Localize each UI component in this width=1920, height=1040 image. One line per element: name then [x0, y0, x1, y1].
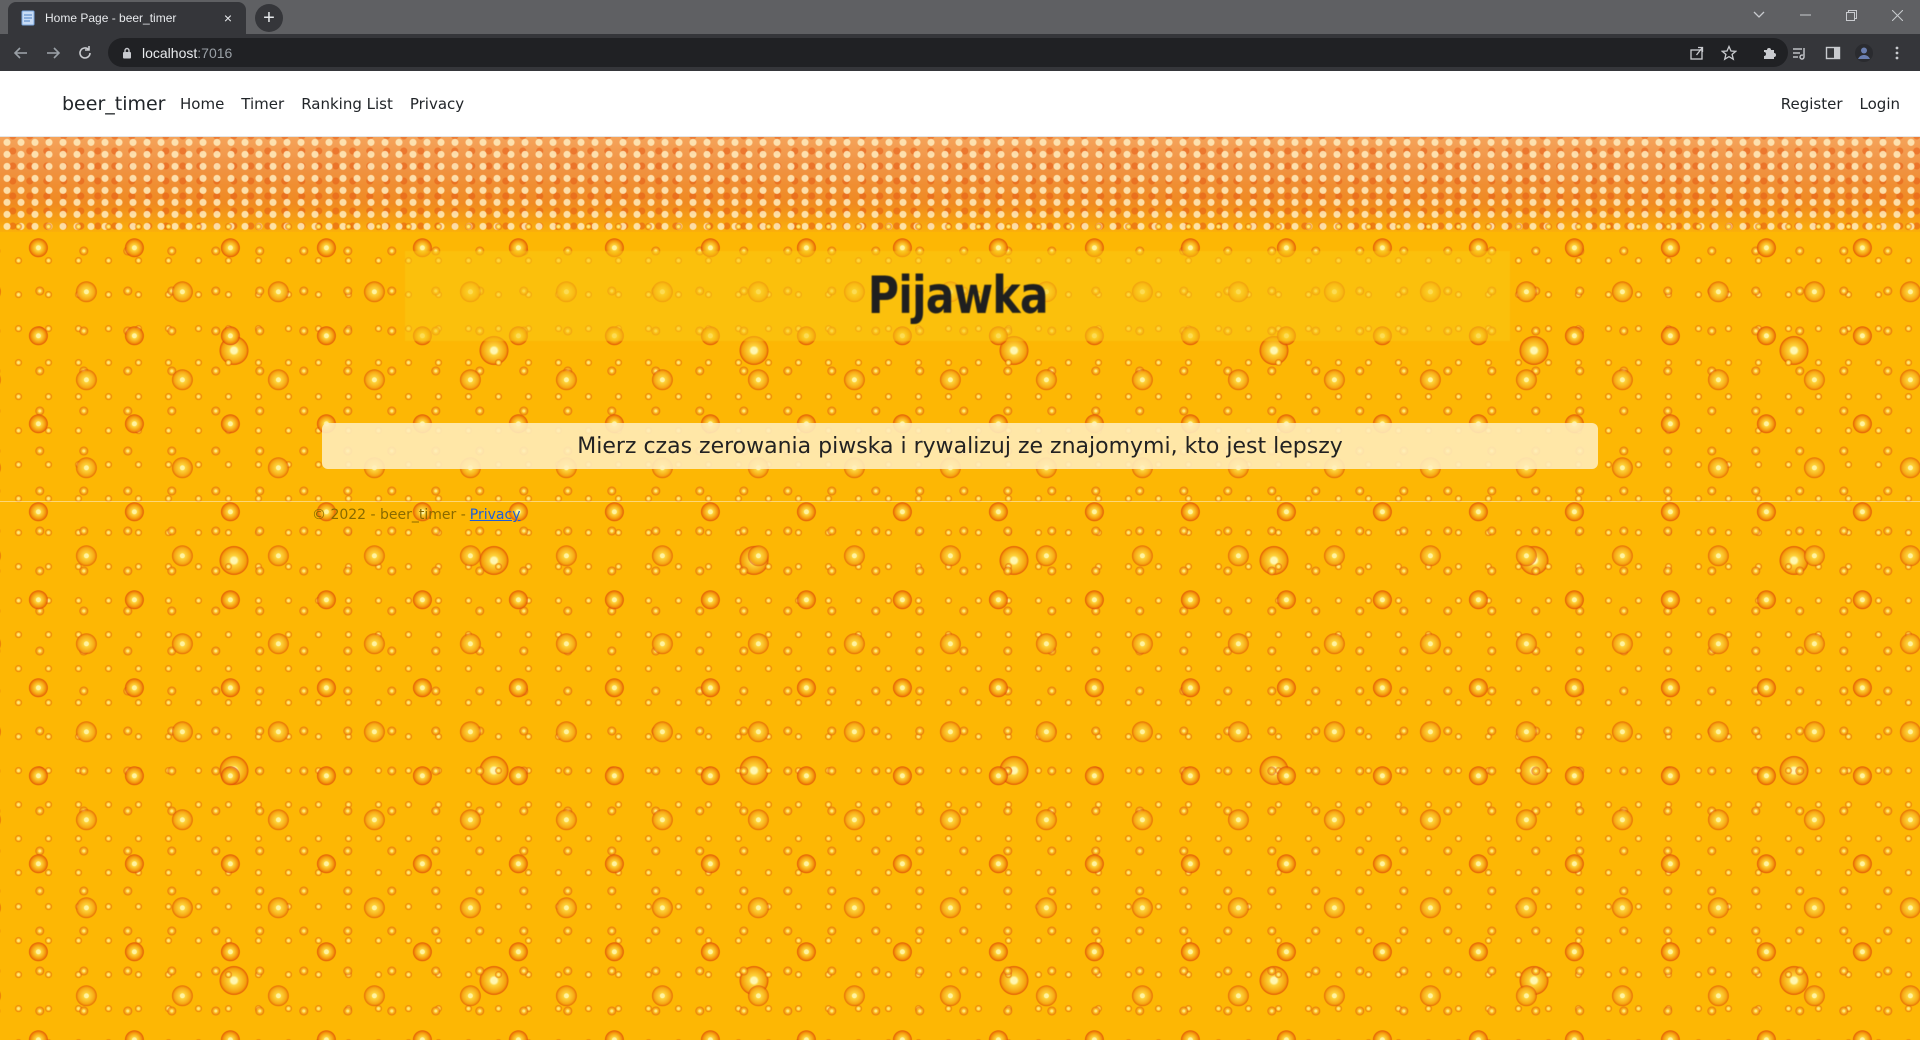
nav-login-link[interactable]: Login — [1860, 95, 1900, 113]
forward-arrow-icon[interactable] — [40, 40, 66, 66]
restore-window-icon[interactable] — [1828, 0, 1874, 30]
hero-title: Pijawka — [867, 266, 1048, 326]
site-navbar: beer_timer Home Timer Ranking List Priva… — [0, 71, 1920, 137]
lock-icon[interactable] — [122, 47, 132, 59]
nav-home-link[interactable]: Home — [180, 95, 224, 113]
browser-tab-active[interactable]: Home Page - beer_timer × — [8, 2, 246, 34]
reload-icon[interactable] — [72, 40, 98, 66]
beer-background: Pijawka Mierz czas zerowania piwska i ry… — [0, 137, 1920, 1040]
reading-list-icon[interactable] — [1788, 42, 1810, 64]
footer-divider — [0, 501, 1920, 502]
tab-close-icon[interactable]: × — [220, 10, 236, 26]
hero-tagline: Mierz czas zerowania piwska i rywalizuj … — [322, 423, 1598, 469]
nav-ranking-list-link[interactable]: Ranking List — [301, 95, 393, 113]
nav-timer-link[interactable]: Timer — [241, 95, 284, 113]
main-nav-links: Home Timer Ranking List Privacy — [180, 95, 464, 113]
footer-copyright: © 2022 - beer_timer - — [312, 507, 466, 523]
share-icon[interactable] — [1686, 42, 1708, 64]
nav-register-link[interactable]: Register — [1781, 95, 1843, 113]
minimize-window-icon[interactable] — [1782, 0, 1828, 30]
side-panel-icon[interactable] — [1822, 42, 1844, 64]
hero-title-band: Pijawka — [405, 251, 1510, 341]
address-bar[interactable]: localhost:7016 — [108, 38, 1788, 67]
browser-menu-icon[interactable] — [1886, 42, 1908, 64]
browser-toolbar: localhost:7016 — [0, 34, 1920, 71]
site-brand-link[interactable]: beer_timer — [62, 93, 166, 115]
nav-privacy-link[interactable]: Privacy — [410, 95, 464, 113]
page-viewport: beer_timer Home Timer Ranking List Priva… — [0, 71, 1920, 1040]
browser-tab-strip: Home Page - beer_timer × + — [0, 0, 1920, 34]
hero-tagline-text: Mierz czas zerowania piwska i rywalizuj … — [577, 433, 1343, 459]
address-host: localhost — [142, 44, 198, 61]
tab-title: Home Page - beer_timer — [45, 11, 177, 25]
bookmark-star-icon[interactable] — [1718, 42, 1740, 64]
address-port: :7016 — [197, 44, 233, 61]
profile-avatar-icon[interactable] — [1853, 42, 1875, 64]
close-window-icon[interactable] — [1874, 0, 1920, 30]
page-footer: © 2022 - beer_timer - Privacy — [312, 507, 521, 523]
page-favicon-icon — [20, 10, 36, 26]
auth-nav-links: Register Login — [1781, 95, 1900, 113]
tab-search-icon[interactable] — [1736, 0, 1782, 30]
extensions-puzzle-icon[interactable] — [1758, 42, 1780, 64]
back-arrow-icon[interactable] — [8, 40, 34, 66]
footer-privacy-link[interactable]: Privacy — [470, 507, 521, 523]
new-tab-button[interactable]: + — [255, 4, 283, 32]
